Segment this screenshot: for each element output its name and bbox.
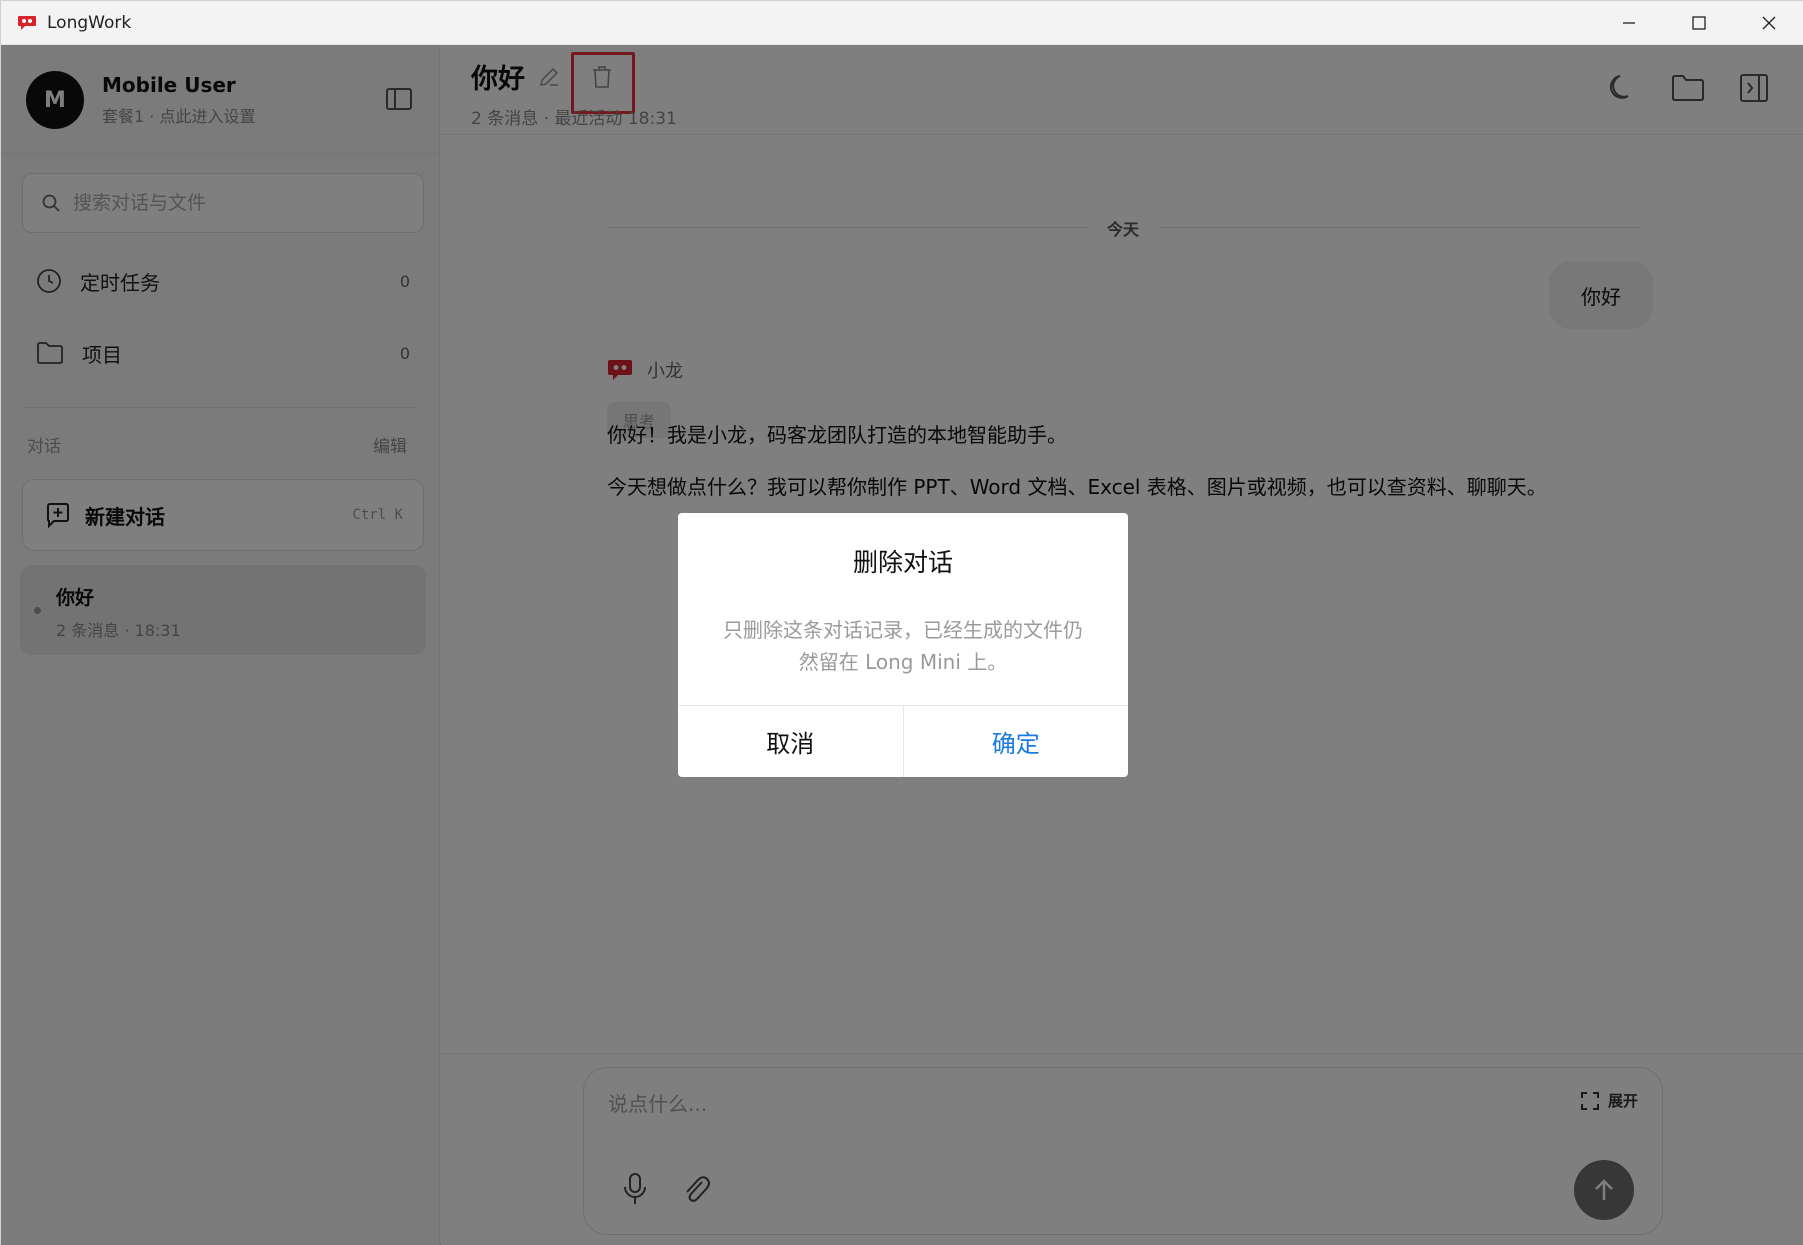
confirm-button[interactable]: 确定: [904, 706, 1129, 777]
app-window: LongWork M Mobile User 套餐1 · 点此进入设置: [0, 0, 1803, 1245]
dialog-actions: 取消 确定: [678, 705, 1128, 777]
delete-conversation-dialog: 删除对话 只删除这条对话记录，已经生成的文件仍然留在 Long Mini 上。 …: [678, 513, 1128, 777]
dialog-message: 只删除这条对话记录，已经生成的文件仍然留在 Long Mini 上。: [723, 618, 1083, 674]
maximize-button[interactable]: [1664, 1, 1734, 45]
close-icon: [1762, 16, 1776, 30]
window-title: LongWork: [47, 12, 132, 33]
dialog-title: 删除对话: [852, 548, 953, 577]
minimize-button[interactable]: [1594, 1, 1664, 45]
close-button[interactable]: [1734, 1, 1803, 45]
app-logo-icon: [18, 15, 36, 30]
minimize-icon: [1623, 22, 1635, 24]
window-controls: [1594, 1, 1803, 45]
title-bar: LongWork: [1, 1, 1803, 45]
maximize-icon: [1692, 16, 1706, 30]
cancel-button[interactable]: 取消: [678, 706, 904, 777]
